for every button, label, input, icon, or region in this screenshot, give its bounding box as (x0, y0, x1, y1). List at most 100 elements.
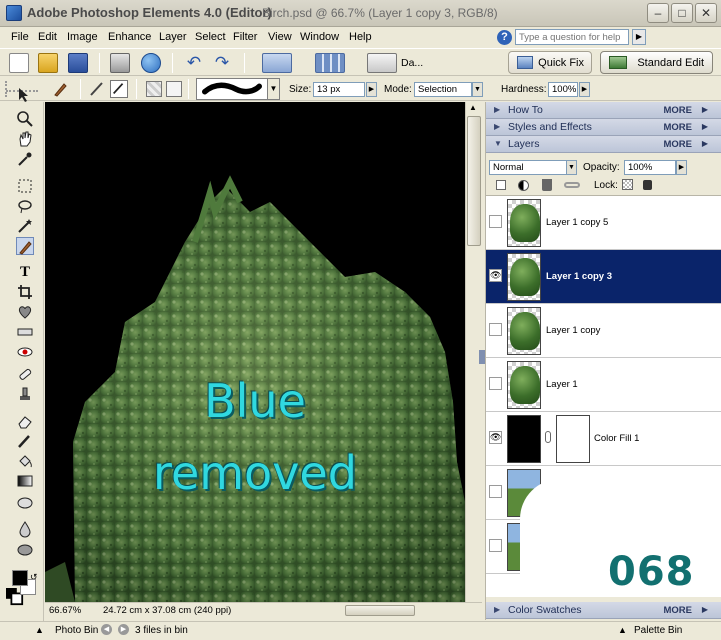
menu-enhance[interactable]: Enhance (108, 31, 151, 43)
layers-more-button[interactable]: MORE (664, 139, 693, 150)
undo-icon[interactable]: ↶ (184, 53, 204, 73)
opacity-field[interactable]: 100% (624, 160, 676, 175)
straighten-tool-icon[interactable] (16, 323, 34, 341)
color-swatches-palette-header[interactable]: ▶ Color Swatches MORE ▶ (486, 602, 721, 619)
photo-bin-label[interactable]: Photo Bin (55, 625, 98, 636)
next-icon[interactable]: ▶ (118, 624, 129, 635)
how-to-more-button[interactable]: MORE (664, 105, 693, 116)
styles-effects-palette-header[interactable]: ▶ Styles and Effects MORE ▶ (486, 119, 721, 136)
new-layer-icon[interactable] (496, 180, 506, 190)
selection-brush-mode-icon[interactable] (110, 80, 128, 98)
previous-icon[interactable]: ◀ (101, 624, 112, 635)
minimize-button[interactable]: – (647, 3, 669, 23)
layers-palette-header[interactable]: ▼ Layers MORE ▶ (486, 136, 721, 153)
sponge-tool-icon[interactable] (16, 540, 34, 558)
save-icon[interactable] (68, 53, 88, 73)
horizontal-scroll-thumb[interactable] (345, 605, 415, 616)
blend-mode-select[interactable]: Normal (489, 160, 567, 175)
pencil-tool-icon[interactable] (16, 432, 34, 450)
menu-layer[interactable]: Layer (159, 31, 187, 43)
blur-tool-icon[interactable] (16, 520, 34, 538)
menu-view[interactable]: View (268, 31, 292, 43)
layer-row[interactable]: Layer 1 copy (486, 304, 721, 358)
hardness-slider-arrow[interactable]: ▶ (579, 82, 590, 97)
menu-file[interactable]: File (11, 31, 29, 43)
size-field[interactable]: 13 px (313, 82, 365, 97)
red-eye-tool-icon[interactable] (16, 343, 34, 361)
maximize-button[interactable]: □ (671, 3, 693, 23)
scroll-up-icon[interactable]: ▲ (469, 103, 477, 112)
selection-brush-tool-icon[interactable] (16, 237, 34, 255)
menu-filter[interactable]: Filter (233, 31, 257, 43)
vertical-scroll-thumb[interactable] (467, 116, 481, 246)
eyedropper-tool-icon[interactable] (16, 150, 34, 168)
layer-row-selected[interactable]: 👁 Layer 1 copy 3 (486, 250, 721, 304)
brush-tool-icon[interactable] (88, 80, 106, 98)
type-tool-icon[interactable]: T (16, 263, 34, 281)
help-go-button[interactable]: ▶ (632, 29, 646, 45)
brush-preset-picker[interactable] (196, 78, 268, 100)
lasso-tool-icon[interactable] (16, 197, 34, 215)
visibility-toggle[interactable] (489, 323, 502, 336)
marquee-tool-icon[interactable] (16, 177, 34, 195)
styles-more-button[interactable]: MORE (664, 122, 693, 133)
organizer-icon[interactable] (315, 53, 345, 73)
layer-row[interactable]: Layer 1 copy 5 (486, 196, 721, 250)
gradient-tool-icon[interactable] (16, 472, 34, 490)
menu-edit[interactable]: Edit (38, 31, 57, 43)
eye-icon[interactable]: 👁 (489, 269, 502, 282)
eraser-tool-icon[interactable] (16, 412, 34, 430)
how-to-palette-header[interactable]: ▶ How To MORE ▶ (486, 102, 721, 119)
menu-image[interactable]: Image (67, 31, 98, 43)
mode-select[interactable]: Selection (414, 82, 472, 97)
online-services-icon[interactable] (141, 53, 161, 73)
redo-icon[interactable]: ↷ (212, 53, 232, 73)
mode-dropdown-arrow[interactable]: ▼ (472, 82, 483, 97)
layer-row[interactable]: 👁 Color Fill 1 (486, 412, 721, 466)
swatches-more-button[interactable]: MORE (664, 605, 693, 616)
visibility-toggle[interactable] (489, 539, 502, 552)
palette-bin-arrow-icon[interactable]: ▲ (618, 625, 627, 635)
date-view-icon[interactable] (367, 53, 397, 73)
visibility-toggle[interactable] (489, 215, 502, 228)
zoom-tool-icon[interactable] (16, 110, 34, 128)
print-icon[interactable] (110, 53, 130, 73)
zoom-level[interactable]: 66.67% (49, 605, 81, 616)
palette-bin-label[interactable]: Palette Bin (634, 625, 682, 636)
lock-transparency-icon[interactable] (622, 179, 633, 190)
link-layers-icon[interactable] (564, 182, 580, 188)
photo-browser-icon[interactable] (262, 53, 292, 73)
photo-bin-arrow-icon[interactable]: ▲ (35, 625, 44, 635)
foreground-color-swatch[interactable] (12, 570, 28, 586)
shape-tool-icon[interactable] (16, 494, 34, 512)
trash-icon[interactable] (542, 179, 552, 191)
opacity-slider-arrow[interactable]: ▶ (676, 160, 687, 175)
open-folder-icon[interactable] (38, 53, 58, 73)
palette-bin-splitter[interactable] (479, 350, 485, 364)
eye-icon[interactable]: 👁 (489, 431, 502, 444)
menu-help[interactable]: Help (349, 31, 372, 43)
hand-tool-icon[interactable] (16, 130, 34, 148)
quick-fix-button[interactable]: Quick Fix (508, 51, 592, 74)
spot-healing-brush-icon[interactable] (16, 365, 34, 383)
clone-stamp-tool-icon[interactable] (16, 385, 34, 403)
close-button[interactable]: ✕ (695, 3, 717, 23)
lock-all-icon[interactable] (643, 180, 652, 190)
brush-dropdown-arrow[interactable]: ▼ (268, 78, 280, 100)
menu-select[interactable]: Select (195, 31, 226, 43)
new-file-icon[interactable] (9, 53, 29, 73)
size-slider-arrow[interactable]: ▶ (366, 82, 377, 97)
adjustment-layer-icon[interactable] (518, 180, 529, 191)
help-search-input[interactable] (515, 29, 629, 45)
standard-edit-button[interactable]: Standard Edit (600, 51, 713, 74)
date-view-label[interactable]: Da... (401, 57, 423, 69)
menu-window[interactable]: Window (300, 31, 339, 43)
paint-bucket-tool-icon[interactable] (16, 452, 34, 470)
add-to-selection-icon[interactable] (146, 81, 162, 97)
crop-tool-icon[interactable] (16, 283, 34, 301)
image-canvas[interactable]: Blue removed (45, 102, 465, 602)
visibility-toggle[interactable] (489, 485, 502, 498)
cookie-cutter-tool-icon[interactable] (16, 303, 34, 321)
hardness-field[interactable]: 100% (548, 82, 578, 97)
move-tool-icon[interactable] (16, 86, 34, 104)
